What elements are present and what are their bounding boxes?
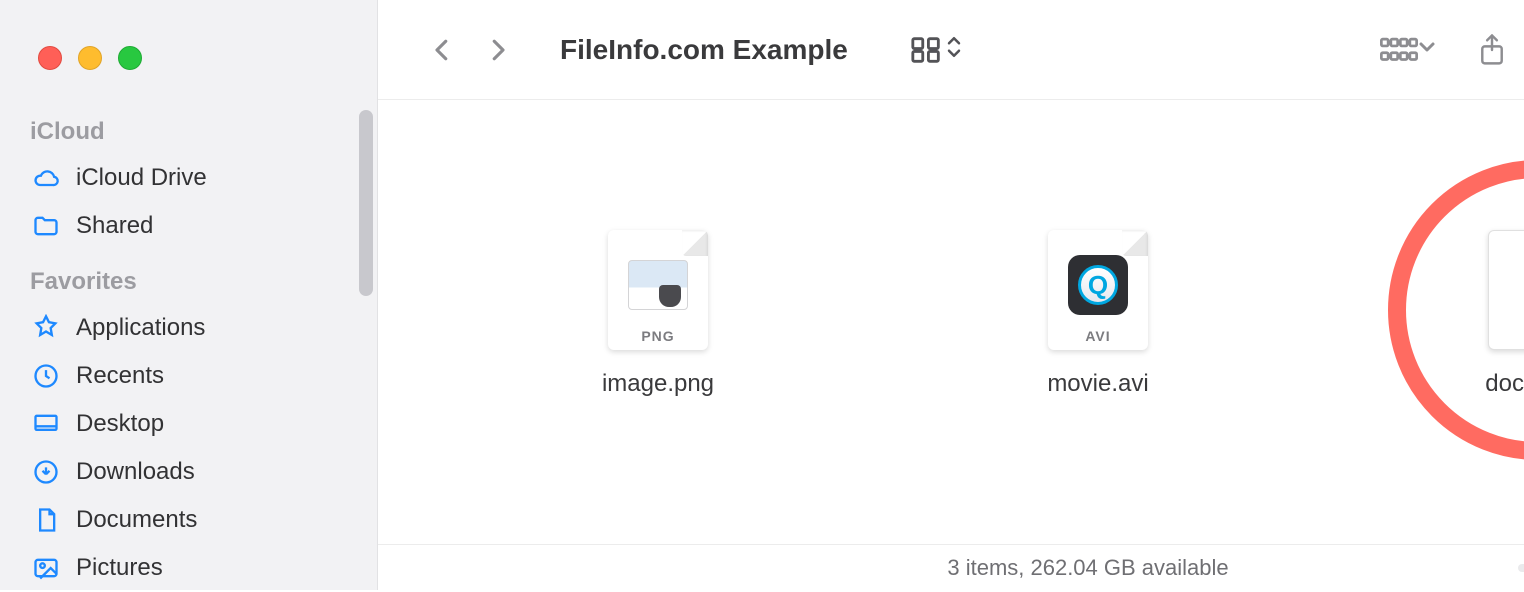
view-mode-button[interactable] — [910, 32, 964, 67]
file-type-badge: PNG — [608, 328, 708, 344]
chevron-down-icon — [1418, 38, 1436, 61]
fullscreen-window-button[interactable] — [118, 46, 142, 70]
close-window-button[interactable] — [38, 46, 62, 70]
shared-folder-icon — [30, 210, 62, 242]
applications-icon — [30, 312, 62, 344]
sidebar-item-shared[interactable]: Shared — [0, 202, 377, 250]
file-thumbnail-blank — [1488, 230, 1524, 350]
finder-window: iCloud iCloud Drive Shared Favorites App… — [0, 0, 1524, 590]
sidebar-section-header: Favorites — [0, 260, 377, 304]
desktop-icon — [30, 408, 62, 440]
download-icon — [30, 456, 62, 488]
sidebar: iCloud iCloud Drive Shared Favorites App… — [0, 0, 378, 590]
document-icon — [30, 504, 62, 536]
toolbar: FileInfo.com Example — [378, 0, 1524, 100]
window-controls — [0, 28, 377, 70]
sidebar-item-desktop[interactable]: Desktop — [0, 400, 377, 448]
nav-forward-button[interactable] — [474, 26, 522, 74]
file-thumbnail-png: PNG — [608, 230, 708, 350]
file-type-badge: AVI — [1048, 328, 1148, 344]
file-name: movie.avi — [1047, 370, 1148, 398]
sidebar-item-label: Pictures — [76, 554, 163, 582]
nav-back-button[interactable] — [418, 26, 466, 74]
main-area: FileInfo.com Example — [378, 0, 1524, 590]
sidebar-item-applications[interactable]: Applications — [0, 304, 377, 352]
sidebar-item-recents[interactable]: Recents — [0, 352, 377, 400]
sidebar-item-label: Documents — [76, 506, 197, 534]
file-name: document — [1485, 370, 1524, 398]
sidebar-item-label: Desktop — [76, 410, 164, 438]
sidebar-item-documents[interactable]: Documents — [0, 496, 377, 544]
sidebar-item-label: Shared — [76, 212, 153, 240]
sidebar-section-header: iCloud — [0, 110, 377, 154]
chevron-up-down-icon — [944, 32, 964, 67]
file-grid[interactable]: PNG image.png Q AVI movie.avi document — [378, 100, 1524, 544]
group-by-button[interactable] — [1380, 35, 1436, 65]
clock-icon — [30, 360, 62, 392]
sidebar-scrollbar[interactable] — [359, 110, 373, 296]
sidebar-item-icloud-drive[interactable]: iCloud Drive — [0, 154, 377, 202]
file-item[interactable]: document — [1438, 230, 1524, 398]
window-title: FileInfo.com Example — [560, 34, 848, 66]
sidebar-item-label: iCloud Drive — [76, 164, 207, 192]
share-button[interactable] — [1468, 26, 1516, 74]
minimize-window-button[interactable] — [78, 46, 102, 70]
sidebar-item-label: Recents — [76, 362, 164, 390]
file-name: image.png — [602, 370, 714, 398]
status-text: 3 items, 262.04 GB available — [947, 555, 1228, 581]
picture-icon — [30, 552, 62, 584]
sidebar-item-label: Downloads — [76, 458, 195, 486]
status-bar: 3 items, 262.04 GB available — [378, 544, 1524, 590]
sidebar-item-pictures[interactable]: Pictures — [0, 544, 377, 592]
sidebar-item-label: Applications — [76, 314, 205, 342]
file-item[interactable]: Q AVI movie.avi — [998, 230, 1198, 398]
cloud-icon — [30, 162, 62, 194]
sidebar-item-downloads[interactable]: Downloads — [0, 448, 377, 496]
file-thumbnail-avi: Q AVI — [1048, 230, 1148, 350]
file-item[interactable]: PNG image.png — [558, 230, 758, 398]
icon-size-slider[interactable] — [1518, 564, 1524, 572]
